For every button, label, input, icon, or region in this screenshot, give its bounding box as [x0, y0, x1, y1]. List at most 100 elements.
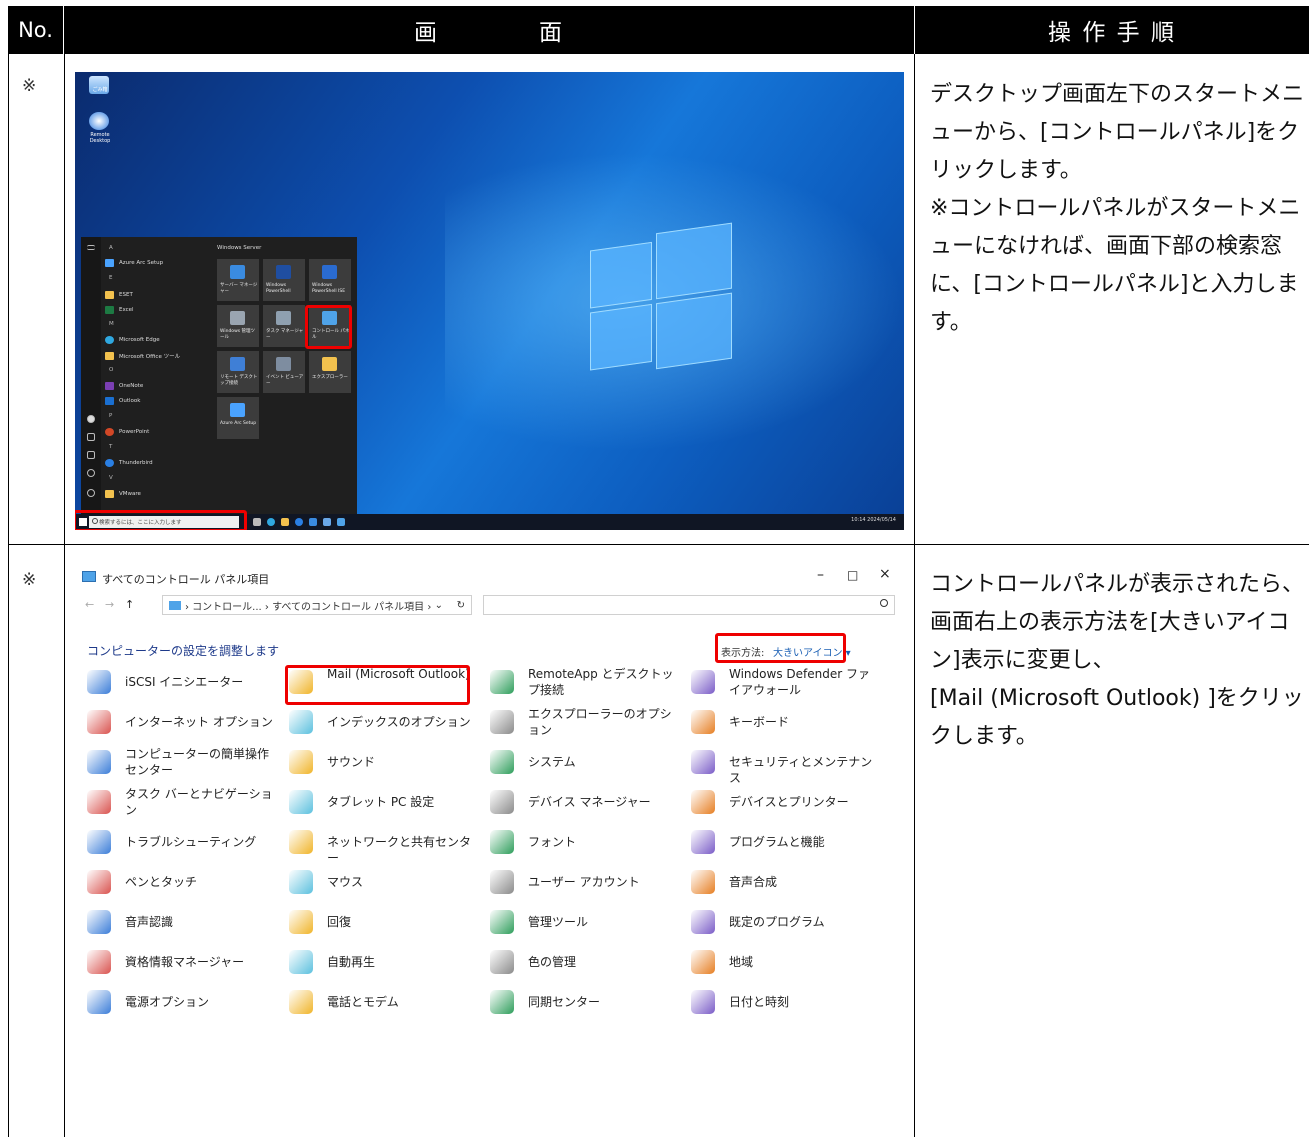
- control-panel-item[interactable]: トラブルシューティング: [125, 834, 275, 850]
- control-panel-item-icon[interactable]: [691, 670, 715, 694]
- control-panel-item[interactable]: エクスプローラーのオプション: [528, 706, 678, 738]
- tile-task-manager[interactable]: タスク マネージャー: [263, 305, 305, 347]
- thunderbird-icon[interactable]: [295, 518, 303, 526]
- control-panel-item-icon[interactable]: [289, 950, 313, 974]
- maximize-button[interactable]: □: [847, 568, 858, 582]
- control-panel-item[interactable]: 電話とモデム: [327, 994, 477, 1010]
- tile-remote-desktop[interactable]: リモート デスクトップ接続: [217, 351, 259, 393]
- tile-event-viewer[interactable]: イベント ビューアー: [263, 351, 305, 393]
- document-icon[interactable]: [87, 433, 95, 441]
- close-button[interactable]: ×: [879, 566, 891, 582]
- control-panel-item-icon[interactable]: [87, 870, 111, 894]
- start-app[interactable]: Thunderbird: [105, 457, 153, 469]
- control-panel-item-icon[interactable]: [289, 910, 313, 934]
- start-app[interactable]: Microsoft Office ツール: [105, 350, 180, 362]
- search-input[interactable]: [483, 595, 895, 615]
- app-icon[interactable]: [323, 518, 331, 526]
- control-panel-item[interactable]: システム: [528, 754, 678, 770]
- control-panel-item-icon[interactable]: [289, 870, 313, 894]
- control-panel-item-icon[interactable]: [691, 790, 715, 814]
- control-panel-item[interactable]: 管理ツール: [528, 914, 678, 930]
- tile-server-manager[interactable]: サーバー マネージャー: [217, 259, 259, 301]
- control-panel-item[interactable]: iSCSI イニシエーター: [125, 674, 275, 690]
- control-panel-item-icon[interactable]: [490, 750, 514, 774]
- explorer-icon[interactable]: [281, 518, 289, 526]
- control-panel-item[interactable]: デバイス マネージャー: [528, 794, 678, 810]
- control-panel-item[interactable]: サウンド: [327, 754, 477, 770]
- control-panel-item[interactable]: デバイスとプリンター: [729, 794, 879, 810]
- control-panel-item[interactable]: ネットワークと共有センター: [327, 834, 477, 866]
- control-panel-item[interactable]: RemoteApp とデスクトップ接続: [528, 666, 678, 698]
- gear-icon[interactable]: [87, 469, 95, 477]
- control-panel-item-icon[interactable]: [691, 950, 715, 974]
- server-manager-icon[interactable]: [309, 518, 317, 526]
- hamburger-icon[interactable]: [87, 245, 95, 250]
- control-panel-item-icon[interactable]: [691, 830, 715, 854]
- control-panel-item-icon[interactable]: [490, 950, 514, 974]
- control-panel-item-icon[interactable]: [289, 710, 313, 734]
- control-panel-item-icon[interactable]: [289, 750, 313, 774]
- start-app[interactable]: OneNote: [105, 380, 143, 392]
- tile-admin-tools[interactable]: Windows 管理ツール: [217, 305, 259, 347]
- power-icon[interactable]: [87, 489, 95, 497]
- control-panel-item[interactable]: Windows Defender ファイアウォール: [729, 666, 879, 698]
- control-panel-item-icon[interactable]: [490, 670, 514, 694]
- control-panel-item[interactable]: ユーザー アカウント: [528, 874, 678, 890]
- start-app[interactable]: PowerPoint: [105, 426, 149, 438]
- control-panel-item-icon[interactable]: [87, 750, 111, 774]
- control-panel-item[interactable]: 音声認識: [125, 914, 275, 930]
- control-panel-item-icon[interactable]: [490, 990, 514, 1014]
- control-panel-item-icon[interactable]: [87, 710, 111, 734]
- control-panel-item[interactable]: ペンとタッチ: [125, 874, 275, 890]
- control-panel-item-icon[interactable]: [490, 910, 514, 934]
- control-panel-item[interactable]: 日付と時刻: [729, 994, 879, 1010]
- control-panel-item-icon[interactable]: [691, 750, 715, 774]
- control-panel-item-icon[interactable]: [490, 830, 514, 854]
- control-panel-item-icon[interactable]: [87, 790, 111, 814]
- control-panel-item-icon[interactable]: [87, 910, 111, 934]
- edge-icon[interactable]: [267, 518, 275, 526]
- tile-powershell[interactable]: Windows PowerShell: [263, 259, 305, 301]
- control-panel-item[interactable]: 色の管理: [528, 954, 678, 970]
- up-arrow-icon[interactable]: ↑: [125, 598, 134, 611]
- tile-powershell-ise[interactable]: Windows PowerShell ISE: [309, 259, 351, 301]
- control-panel-item-icon[interactable]: [691, 870, 715, 894]
- control-panel-item[interactable]: 自動再生: [327, 954, 477, 970]
- picture-icon[interactable]: [87, 451, 95, 459]
- control-panel-icon[interactable]: [337, 518, 345, 526]
- task-view-icon[interactable]: [253, 518, 261, 526]
- control-panel-item[interactable]: 資格情報マネージャー: [125, 954, 275, 970]
- minimize-button[interactable]: –: [817, 567, 824, 583]
- control-panel-item[interactable]: タブレット PC 設定: [327, 794, 477, 810]
- control-panel-item-icon[interactable]: [87, 990, 111, 1014]
- back-arrow-icon[interactable]: ←: [85, 598, 94, 611]
- control-panel-item-icon[interactable]: [490, 870, 514, 894]
- control-panel-item-icon[interactable]: [490, 710, 514, 734]
- start-app[interactable]: VMware: [105, 488, 141, 500]
- control-panel-item[interactable]: マウス: [327, 874, 477, 890]
- control-panel-item-icon[interactable]: [490, 790, 514, 814]
- control-panel-item[interactable]: 電源オプション: [125, 994, 275, 1010]
- control-panel-item[interactable]: インターネット オプション: [125, 714, 275, 730]
- control-panel-item-icon[interactable]: [289, 830, 313, 854]
- control-panel-item[interactable]: キーボード: [729, 714, 879, 730]
- remote-desktop-icon[interactable]: [89, 112, 109, 130]
- control-panel-item-icon[interactable]: [87, 670, 111, 694]
- user-icon[interactable]: [87, 415, 95, 423]
- control-panel-item-icon[interactable]: [289, 990, 313, 1014]
- control-panel-item[interactable]: 回復: [327, 914, 477, 930]
- system-tray[interactable]: 10:14 2024/05/14: [851, 517, 896, 523]
- control-panel-item[interactable]: 地域: [729, 954, 879, 970]
- forward-arrow-icon[interactable]: →: [105, 598, 114, 611]
- address-bar[interactable]: › コントロール... › すべてのコントロール パネル項目 › ⌄ ↻: [162, 595, 472, 615]
- control-panel-item[interactable]: 同期センター: [528, 994, 678, 1010]
- control-panel-item[interactable]: タスク バーとナビゲーション: [125, 786, 275, 818]
- control-panel-item[interactable]: セキュリティとメンテナンス: [729, 754, 879, 786]
- tile-azure-arc[interactable]: Azure Arc Setup: [217, 397, 259, 439]
- start-app[interactable]: Outlook: [105, 395, 140, 407]
- control-panel-item-icon[interactable]: [87, 950, 111, 974]
- start-app[interactable]: Azure Arc Setup: [105, 257, 163, 269]
- control-panel-item-icon[interactable]: [87, 830, 111, 854]
- control-panel-item-icon[interactable]: [289, 790, 313, 814]
- refresh-icon[interactable]: ↻: [457, 600, 465, 611]
